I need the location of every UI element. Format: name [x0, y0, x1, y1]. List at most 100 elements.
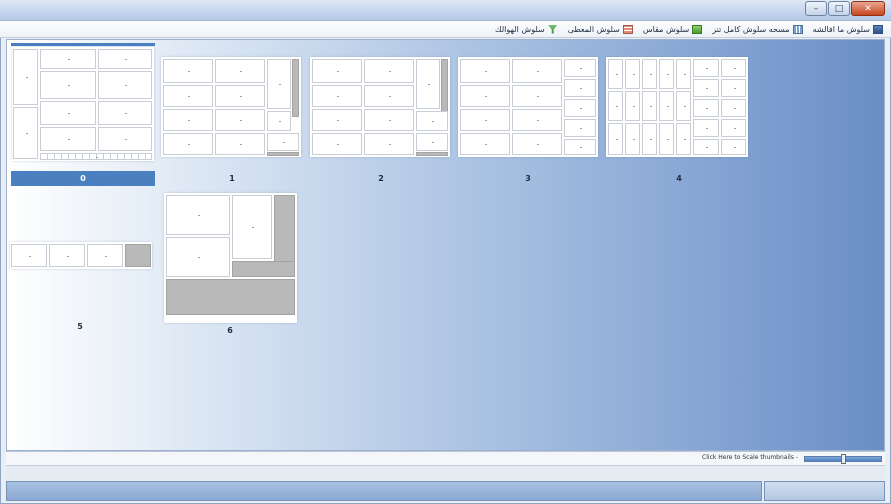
sheet-piece: [215, 85, 265, 107]
zoom-label: Click Here to Scale thumbnails -: [702, 454, 798, 461]
toolbar-item-cut-analysis[interactable]: سلوش ما افالشه: [809, 22, 887, 37]
sheet-piece: [49, 244, 85, 267]
grid-icon: [792, 24, 803, 34]
sheet-piece: [312, 109, 362, 131]
table-icon: [622, 24, 633, 34]
zoom-bar: Click Here to Scale thumbnails -: [6, 451, 885, 465]
toolbar-item-label: سلوش ما افالشه: [812, 24, 870, 34]
sheet-piece: [13, 107, 38, 159]
sheet-piece: [460, 59, 510, 83]
waste-area: [232, 261, 295, 277]
sheet-piece: [564, 119, 596, 137]
waste-area: [125, 244, 151, 267]
sheet-piece: [312, 133, 362, 155]
sheet-piece: [676, 59, 691, 89]
page-thumbnail-5[interactable]: [10, 242, 152, 269]
filter-icon: [547, 24, 558, 34]
page-thumbnail-6[interactable]: [164, 193, 297, 323]
window-controls: – □ ✕: [804, 1, 885, 17]
waste-area: [292, 59, 299, 117]
zoom-slider[interactable]: [804, 454, 882, 464]
toolbar-item-waste[interactable]: سلوش الهوالك: [491, 22, 562, 37]
window-title: [300, 4, 560, 15]
page-number-0: 0: [80, 174, 86, 183]
sheet-piece: [460, 133, 510, 155]
page-number-5: 5: [77, 322, 83, 331]
sheet-piece: [40, 49, 96, 69]
sheet-strip: [40, 153, 152, 160]
sheet-piece: [416, 133, 448, 151]
sheet-piece: [721, 59, 746, 77]
sheet-piece: [98, 127, 152, 151]
toolbar-item-label: سلوش الهوالك: [495, 24, 545, 34]
sheet-piece: [676, 91, 691, 121]
sheet-piece: [512, 85, 562, 107]
sheet-piece: [13, 49, 38, 105]
sheet-piece: [564, 99, 596, 117]
selection-highlight-top: [11, 43, 155, 46]
sheet-piece: [721, 139, 746, 155]
sheet-piece: [40, 71, 96, 99]
zoom-slider-handle[interactable]: [841, 454, 846, 464]
toolbar-item-size[interactable]: سلوش مقاس: [639, 22, 706, 37]
sheet-piece: [40, 127, 96, 151]
sheet-piece: [608, 59, 623, 89]
sheet-piece: [642, 123, 657, 155]
sheet-piece: [11, 244, 47, 267]
sheet-piece: [642, 91, 657, 121]
toolbar-item-label: سلوش المعطى: [567, 24, 620, 34]
page-number-3: 3: [525, 174, 531, 183]
page-number-1: 1: [229, 174, 235, 183]
sheet-piece: [512, 109, 562, 131]
sheet-piece: [215, 109, 265, 131]
toolbar-item-full-layout[interactable]: مسحه سلوش كامل تنز: [708, 22, 806, 37]
sheet-piece: [693, 79, 719, 97]
toolbar-item-label: مسحه سلوش كامل تنز: [712, 24, 790, 34]
sheet-piece: [721, 119, 746, 137]
sheet-piece: [364, 133, 414, 155]
sheet-piece: [642, 59, 657, 89]
sheet-piece: [364, 109, 414, 131]
sheet-piece: [659, 91, 674, 121]
sheet-piece: [512, 59, 562, 83]
sheet-piece: [564, 79, 596, 97]
separator-panel: [6, 465, 885, 479]
sheet-piece: [564, 139, 596, 155]
sheet-piece: [460, 109, 510, 131]
sheet-piece: [721, 79, 746, 97]
minimize-button[interactable]: –: [805, 1, 827, 16]
sheet-piece: [267, 133, 299, 151]
sheet-piece: [625, 59, 640, 89]
thumbnail-canvas[interactable]: 0 1 2 3 4 5 6: [6, 39, 885, 451]
sheet-piece: [608, 91, 623, 121]
page-number-6: 6: [227, 326, 233, 335]
maximize-button[interactable]: □: [828, 1, 850, 16]
page-thumbnail-4[interactable]: [606, 57, 748, 157]
sheet-piece: [625, 91, 640, 121]
sheet-piece: [166, 195, 230, 235]
toolbar-item-data[interactable]: سلوش المعطى: [564, 22, 637, 37]
close-button[interactable]: ✕: [851, 1, 885, 16]
sheet-piece: [312, 59, 362, 83]
sheet-piece: [659, 59, 674, 89]
page-thumbnail-2[interactable]: [310, 57, 450, 157]
sheet-piece: [232, 195, 272, 259]
sheet-piece: [163, 59, 213, 83]
sheet-piece: [693, 99, 719, 117]
page-thumbnail-0[interactable]: [12, 47, 154, 161]
sheet-piece: [693, 119, 719, 137]
sheet-piece: [215, 133, 265, 155]
status-bar: [6, 481, 762, 501]
page-number-2: 2: [378, 174, 384, 183]
status-bar-right-panel: [764, 481, 885, 501]
sheet-piece: [87, 244, 123, 267]
waste-area: [166, 279, 295, 315]
sheet-piece: [267, 59, 291, 109]
page-thumbnail-1[interactable]: [161, 57, 301, 157]
sheet-piece: [163, 133, 213, 155]
sheet-piece: [267, 111, 291, 131]
page-thumbnail-3[interactable]: [458, 57, 598, 157]
sheet-piece: [312, 85, 362, 107]
sheet-piece: [460, 85, 510, 107]
sheet-piece: [625, 123, 640, 155]
